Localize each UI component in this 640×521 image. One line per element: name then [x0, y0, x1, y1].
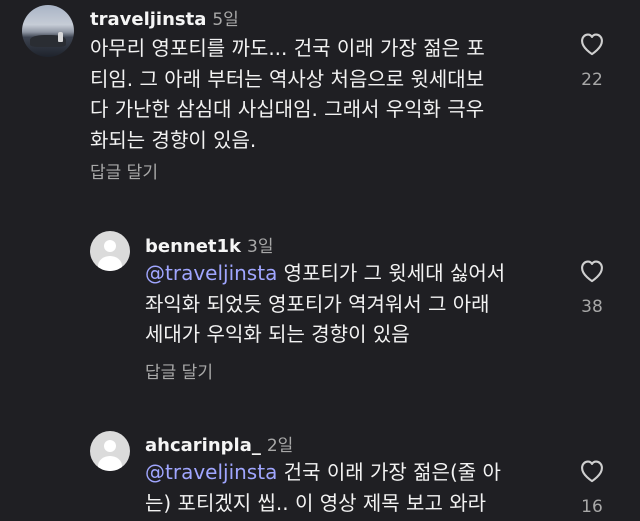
like-count: 16	[581, 497, 603, 517]
avatar-head	[104, 440, 116, 452]
comment-text: 아무리 영포티를 까도... 건국 이래 가장 젊은 포 티임. 그 아래 부터…	[90, 33, 485, 155]
comment-text-segment: 건국 이래 가장 젊은(줄 아	[277, 460, 501, 484]
comment-text-line: 다 가난한 삼심대 사십대임. 그래서 우익화 극우	[90, 97, 485, 121]
comment-1: traveljinsta 5일 아무리 영포티를 까도... 건국 이래 가장 젊…	[0, 0, 640, 200]
comment-meta: ahcarinpla_ 2일	[145, 431, 293, 456]
reply-button[interactable]: 답글 달기	[145, 358, 213, 383]
like-control: 16	[572, 457, 612, 517]
comment-text-line: 티임. 그 아래 부터는 역사상 처음으로 윗세대보	[90, 66, 485, 91]
username[interactable]: traveljinsta	[90, 9, 206, 30]
username[interactable]: bennet1k	[145, 236, 241, 257]
comment-text-line: 좌익화 되었듯 영포티가 역겨워서 그 아래	[145, 291, 490, 316]
comment-meta: bennet1k 3일	[145, 232, 274, 257]
comment-text-line: 는) 포티겠지 씹.. 이 영상 제목 보고 와라	[145, 490, 487, 515]
heart-outline-icon[interactable]	[578, 257, 606, 283]
comment-text-line: @traveljinsta 건국 이래 가장 젊은(줄 아	[145, 457, 501, 488]
avatar-shoulders	[98, 256, 122, 271]
timestamp: 2일	[266, 436, 294, 456]
comment-text: @traveljinsta 건국 이래 가장 젊은(줄 아 는) 포티겠지 씹.…	[145, 457, 501, 518]
avatar[interactable]	[90, 231, 130, 271]
comment-text-line: 화되는 경향이 있음.	[90, 127, 257, 152]
comment-text: @traveljinsta 영포티가 그 윗세대 싫어서 좌익화 되었듯 영포티…	[145, 258, 505, 350]
like-count: 38	[581, 297, 603, 317]
comment-text-line: 세대가 우익화 되는 경향이 있음	[145, 322, 410, 346]
avatar-head	[104, 240, 116, 252]
like-control: 38	[572, 257, 612, 317]
comment-text-line: @traveljinsta 영포티가 그 윗세대 싫어서	[145, 258, 505, 289]
avatar-shoulders	[98, 456, 122, 471]
comment-text-segment: 영포티가 그 윗세대 싫어서	[277, 261, 506, 285]
like-control: 22	[572, 30, 612, 90]
heart-outline-icon[interactable]	[578, 457, 606, 483]
heart-outline-icon[interactable]	[578, 30, 606, 56]
reply-comment-1: bennet1k 3일 @traveljinsta 영포티가 그 윗세대 싫어서 …	[0, 200, 640, 400]
like-count: 22	[581, 70, 603, 90]
username[interactable]: ahcarinpla_	[145, 435, 261, 456]
comment-meta: traveljinsta 5일	[90, 5, 239, 30]
timestamp: 3일	[247, 237, 274, 257]
mention-link[interactable]: @traveljinsta	[145, 460, 277, 484]
reply-button[interactable]: 답글 달기	[90, 158, 158, 183]
avatar-photo-person	[58, 32, 63, 42]
avatar[interactable]	[90, 431, 130, 471]
avatar[interactable]	[22, 5, 74, 57]
timestamp: 5일	[212, 10, 239, 30]
reply-comment-2: ahcarinpla_ 2일 @traveljinsta 건국 이래 가장 젊은(…	[0, 400, 640, 521]
mention-link[interactable]: @traveljinsta	[145, 261, 277, 285]
comment-text-line: 아무리 영포티를 까도... 건국 이래 가장 젊은 포	[90, 36, 485, 60]
